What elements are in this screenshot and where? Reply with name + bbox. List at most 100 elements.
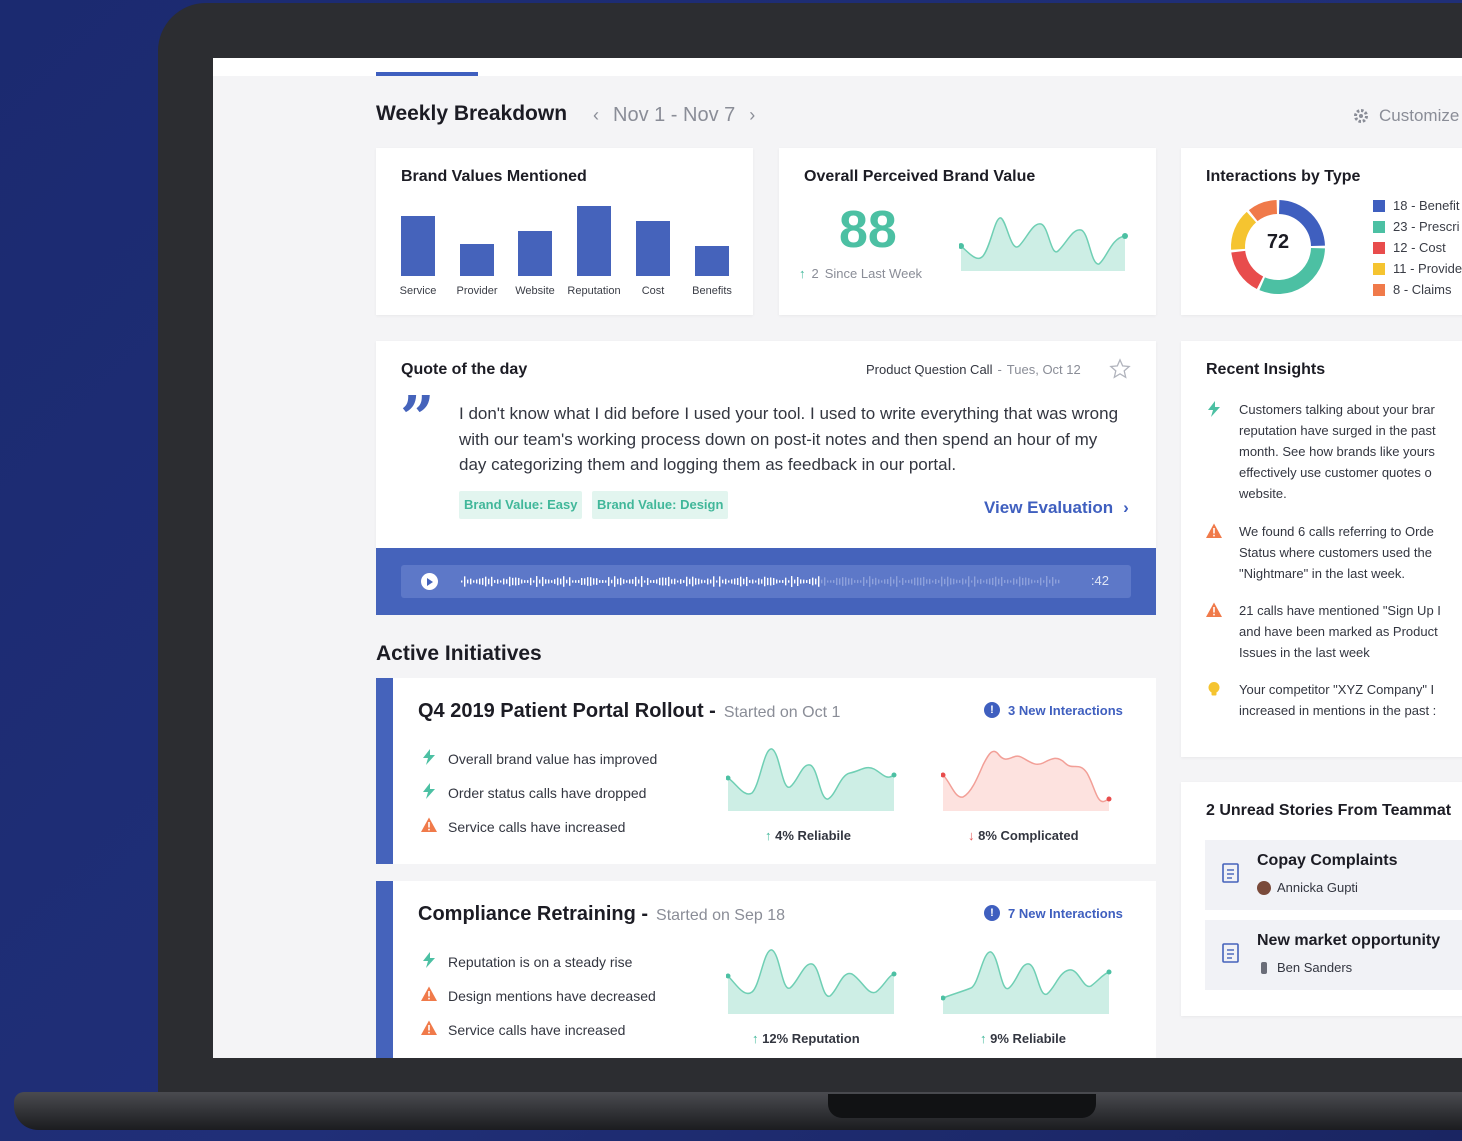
initiative-row-text: Design mentions have decreased	[448, 987, 656, 1004]
story-item[interactable]: Copay Complaints Annicka Gupti	[1205, 840, 1462, 910]
insight-item[interactable]: Your competitor "XYZ Company" I increase…	[1205, 679, 1455, 721]
new-interactions-label: 7 New Interactions	[1008, 905, 1123, 921]
initiative-card[interactable]: Q4 2019 Patient Portal Rollout - Started …	[376, 678, 1156, 864]
info-icon: !	[984, 702, 1000, 718]
play-icon	[427, 578, 433, 586]
donut-slice[interactable]	[1248, 200, 1278, 222]
gear-icon	[1354, 109, 1368, 123]
lightbulb-icon	[1205, 680, 1223, 721]
perceived-value-title: Overall Perceived Brand Value	[804, 168, 1036, 185]
initiative-started: Started on Sep 18	[656, 907, 786, 924]
chevron-right-icon[interactable]: ›	[749, 105, 755, 126]
brand-value-tag[interactable]: Brand Value: Easy	[459, 491, 583, 519]
insight-text: Customers talking about your brar reputa…	[1239, 402, 1436, 501]
initiative-card[interactable]: Compliance Retraining - Started on Sep 18…	[376, 881, 1156, 1058]
initiative-row: Service calls have increased	[420, 816, 625, 837]
insight-text: 21 calls have mentioned "Sign Up I and h…	[1239, 603, 1441, 660]
initiative-title: Compliance Retraining - Started on Sep 18	[418, 903, 785, 926]
page-title: Weekly Breakdown	[376, 102, 568, 125]
metric-caption: ↑ 9% Reliabile	[980, 1031, 1066, 1046]
story-title: Copay Complaints	[1257, 852, 1398, 869]
warning-icon	[420, 1019, 438, 1040]
lightning-bolt-icon	[420, 951, 438, 972]
new-interactions-link[interactable]: ! 7 New Interactions	[984, 905, 1123, 921]
avatar	[1257, 880, 1271, 895]
arrow-up-icon: ↑	[752, 1031, 759, 1046]
stories-card: 2 Unread Stories From Teammat Copay Comp…	[1181, 782, 1462, 1016]
score-delta: ↑ 2 Since Last Week	[799, 266, 922, 281]
quote-source: Product Question Call - Tues, Oct 12	[866, 362, 1081, 377]
initiative-row: Design mentions have decreased	[420, 985, 656, 1006]
view-evaluation-link[interactable]: View Evaluation ›	[984, 498, 1129, 518]
quote-date: Tues, Oct 12	[1006, 362, 1081, 377]
date-range-label: Nov 1 - Nov 7	[613, 104, 736, 126]
document-icon	[1222, 943, 1239, 963]
story-author: Ben Sanders	[1257, 960, 1352, 975]
warning-icon	[1205, 601, 1223, 663]
info-icon: !	[984, 905, 1000, 921]
document-icon	[1222, 863, 1239, 883]
legend-label: 11 - Provide	[1393, 261, 1462, 276]
laptop-base	[14, 1092, 1462, 1130]
legend-item: 12 - Cost	[1373, 240, 1446, 255]
legend-swatch	[1373, 283, 1385, 296]
warning-icon	[1205, 522, 1223, 584]
bar-website[interactable]	[518, 231, 552, 276]
quote-card: Quote of the day Product Question Call -…	[376, 341, 1156, 549]
star-icon[interactable]	[1109, 358, 1131, 380]
legend-item: 18 - Benefit	[1373, 198, 1460, 213]
quote-source-label: Product Question Call	[866, 362, 993, 377]
view-evaluation-label: View Evaluation	[984, 498, 1114, 517]
bar-reputation[interactable]	[577, 206, 611, 276]
legend-swatch	[1373, 199, 1385, 212]
initiative-row-text: Order status calls have dropped	[448, 784, 647, 801]
new-interactions-link[interactable]: ! 3 New Interactions	[984, 702, 1123, 718]
legend-swatch	[1373, 220, 1385, 233]
metric-text: 9% Reliabile	[990, 1031, 1066, 1046]
interactions-total: 72	[1266, 231, 1290, 253]
donut-slice[interactable]	[1259, 247, 1325, 294]
quote-title: Quote of the day	[401, 361, 528, 378]
audio-waveform-track[interactable]: :42	[401, 565, 1131, 598]
customize-label: Customize	[1379, 106, 1460, 125]
new-interactions-label: 3 New Interactions	[1008, 702, 1123, 718]
laptop-notch	[828, 1094, 1096, 1118]
bar-provider[interactable]	[460, 244, 494, 276]
insight-item[interactable]: Customers talking about your brar reputa…	[1205, 399, 1455, 504]
bar-cost[interactable]	[636, 221, 670, 276]
arrow-down-icon: ↓	[968, 828, 975, 843]
initiative-accent	[376, 678, 393, 864]
chevron-left-icon[interactable]: ‹	[593, 105, 599, 126]
legend-swatch	[1373, 241, 1385, 254]
brand-values-chart: Service Provider Website Reputation Cost Bene…	[376, 148, 753, 315]
active-tab-indicator	[376, 72, 478, 76]
customize-button[interactable]: Customize	[1353, 106, 1459, 126]
legend-label: 8 - Claims	[1393, 282, 1452, 297]
lightning-bolt-icon	[1205, 400, 1223, 504]
complicated-sparkline	[941, 750, 1112, 811]
legend-label: 12 - Cost	[1393, 240, 1446, 255]
bar-benefits[interactable]	[695, 246, 729, 276]
reliability-sparkline	[941, 951, 1112, 1014]
brand-value-sparkline	[959, 217, 1128, 271]
metric-text: 8% Complicated	[978, 828, 1079, 843]
brand-value-tag[interactable]: Brand Value: Design	[592, 491, 729, 519]
donut-slice[interactable]	[1231, 250, 1264, 289]
insight-item[interactable]: We found 6 calls referring to Orde Statu…	[1205, 521, 1455, 584]
audio-duration: :42	[1090, 573, 1109, 588]
insight-item[interactable]: 21 calls have mentioned "Sign Up I and h…	[1205, 600, 1455, 663]
initiative-row: Service calls have increased	[420, 1019, 625, 1040]
arrow-up-icon: ↑	[765, 828, 772, 843]
metric-text: 4% Reliabile	[775, 828, 851, 843]
initiative-row: Order status calls have dropped	[420, 782, 646, 803]
perceived-value-card: Overall Perceived Brand Value 88 ↑ 2 Sin…	[779, 148, 1156, 315]
insight-text: We found 6 calls referring to Orde Statu…	[1239, 524, 1434, 581]
story-item[interactable]: New market opportunity Ben Sanders	[1205, 920, 1462, 990]
reputation-sparkline	[726, 949, 897, 1014]
legend-label: 23 - Prescri	[1393, 219, 1460, 234]
play-button[interactable]	[421, 573, 438, 590]
bar-service[interactable]	[401, 216, 435, 276]
initiative-row: Reputation is on a steady rise	[420, 951, 632, 972]
insights-title: Recent Insights	[1206, 361, 1326, 378]
initiative-row-text: Overall brand value has improved	[448, 750, 658, 767]
